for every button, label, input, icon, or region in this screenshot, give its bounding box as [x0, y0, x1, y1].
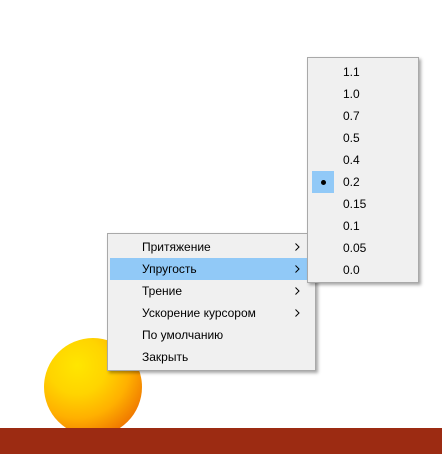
submenu-option-label: 0.1	[343, 219, 360, 233]
submenu-option-selected[interactable]: 0.2	[310, 171, 416, 193]
submenu-option[interactable]: 0.4	[310, 149, 416, 171]
menu-item-elasticity[interactable]: Упругость	[110, 258, 313, 280]
submenu-option-label: 0.15	[343, 197, 367, 211]
submenu-option-label: 1.1	[343, 65, 360, 79]
submenu-option-label: 0.05	[343, 241, 367, 255]
bullet-icon	[321, 180, 326, 185]
menu-item-label: По умолчанию	[142, 328, 224, 342]
submenu-option-label: 0.0	[343, 263, 360, 277]
menu-item-label: Упругость	[142, 262, 197, 276]
submenu-option[interactable]: 0.15	[310, 193, 416, 215]
floor	[0, 428, 442, 454]
submenu-option-label: 0.4	[343, 153, 360, 167]
chevron-right-icon	[293, 302, 303, 324]
submenu-option[interactable]: 0.7	[310, 105, 416, 127]
radio-check-box	[312, 171, 334, 193]
menu-item-friction[interactable]: Трение	[110, 280, 313, 302]
submenu-option[interactable]: 0.1	[310, 215, 416, 237]
submenu-option-label: 1.0	[343, 87, 360, 101]
menu-item-defaults[interactable]: По умолчанию	[110, 324, 313, 346]
chevron-right-icon	[293, 236, 303, 258]
chevron-right-icon	[293, 280, 303, 302]
menu-item-label: Закрыть	[142, 350, 189, 364]
submenu-option-label: 0.5	[343, 131, 360, 145]
chevron-right-icon	[293, 258, 303, 280]
submenu-option[interactable]: 1.0	[310, 83, 416, 105]
context-menu: Притяжение Упругость Трение Ускорение ку…	[107, 233, 316, 371]
elasticity-submenu: 1.1 1.0 0.7 0.5 0.4 0.2 0.15 0.1 0.05 0.…	[307, 57, 419, 283]
menu-item-label: Трение	[142, 284, 183, 298]
submenu-option[interactable]: 1.1	[310, 61, 416, 83]
menu-item-label: Притяжение	[142, 240, 211, 254]
menu-item-gravity[interactable]: Притяжение	[110, 236, 313, 258]
submenu-option-label: 0.7	[343, 109, 360, 123]
submenu-option[interactable]: 0.05	[310, 237, 416, 259]
submenu-option-label: 0.2	[343, 175, 360, 189]
submenu-option[interactable]: 0.0	[310, 259, 416, 281]
submenu-option[interactable]: 0.5	[310, 127, 416, 149]
menu-item-label: Ускорение курсором	[142, 306, 256, 320]
menu-item-cursor-acceleration[interactable]: Ускорение курсором	[110, 302, 313, 324]
menu-item-close[interactable]: Закрыть	[110, 346, 313, 368]
